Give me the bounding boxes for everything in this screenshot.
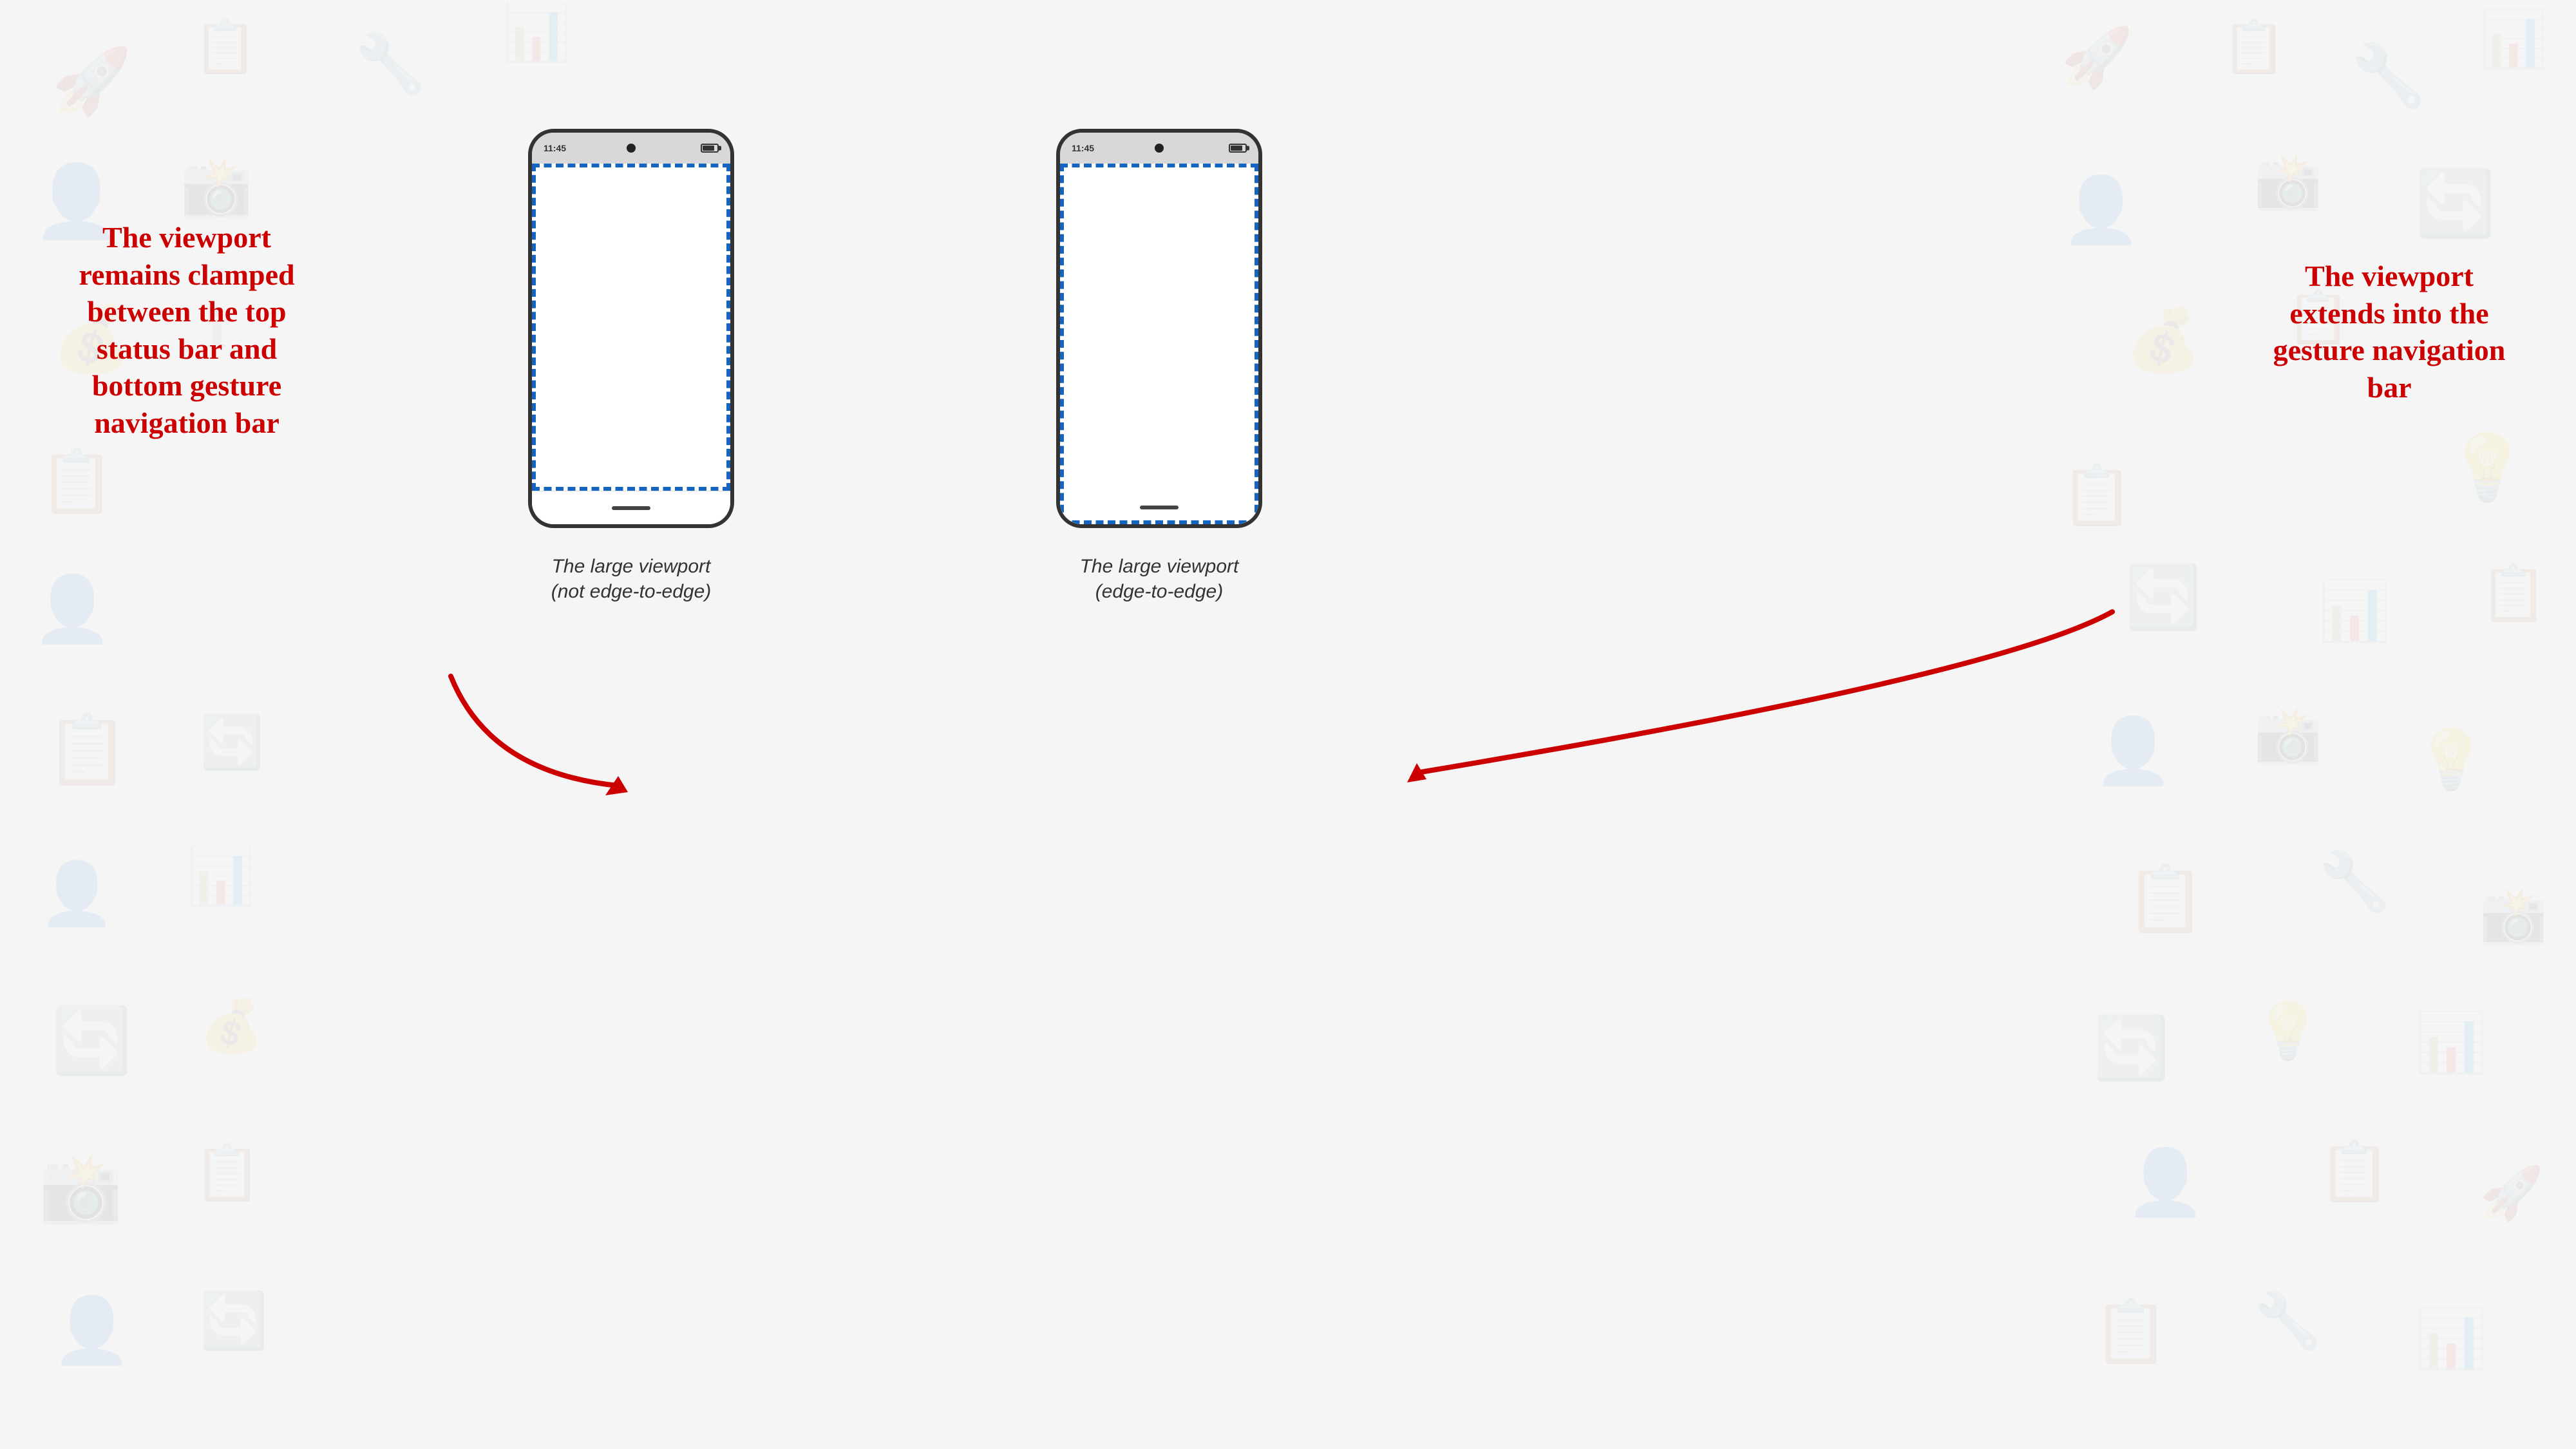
- viewport-border-edge: [1060, 164, 1258, 524]
- caption-edge: The large viewport (edge-to-edge): [1080, 554, 1239, 604]
- bottom-nav-right: [1060, 491, 1258, 524]
- battery-fill-right: [1231, 146, 1242, 151]
- phone-not-edge-container: 11:45 The large viewport (not edge-to-ed…: [528, 129, 734, 604]
- bottom-nav-left: [532, 491, 730, 524]
- annotation-right: The viewport extends into the gesture na…: [2267, 258, 2512, 406]
- caption-not-edge: The large viewport (not edge-to-edge): [551, 554, 712, 604]
- phone-body-edge: [1060, 164, 1258, 524]
- nav-handle-right: [1140, 506, 1179, 509]
- annotation-left: The viewport remains clamped between the…: [64, 219, 309, 441]
- phone-body-not-edge: [532, 164, 730, 524]
- caption-edge-line1: The large viewport: [1080, 556, 1239, 577]
- status-bar-left: 11:45: [532, 133, 730, 164]
- nav-handle-left: [612, 506, 650, 510]
- phone-edge-container: 11:45 The large viewport (edge-to-edge): [1056, 129, 1262, 604]
- battery-right: [1229, 144, 1247, 153]
- camera-dot-left: [627, 144, 636, 153]
- viewport-border-not-edge: [532, 164, 730, 491]
- battery-fill-left: [703, 146, 714, 151]
- main-content: The viewport remains clamped between the…: [0, 0, 2576, 1449]
- camera-dot-right: [1155, 144, 1164, 153]
- status-time-right: 11:45: [1072, 143, 1094, 153]
- status-bar-right: 11:45: [1060, 133, 1258, 164]
- phone-not-edge: 11:45: [528, 129, 734, 528]
- caption-edge-line2: (edge-to-edge): [1095, 581, 1223, 602]
- caption-not-edge-line1: The large viewport: [552, 556, 711, 577]
- status-time-left: 11:45: [544, 143, 566, 153]
- caption-not-edge-line2: (not edge-to-edge): [551, 581, 712, 602]
- annotation-right-text: The viewport extends into the gesture na…: [2267, 258, 2512, 406]
- phone-edge: 11:45: [1056, 129, 1262, 528]
- annotation-left-text: The viewport remains clamped between the…: [64, 219, 309, 441]
- battery-left: [701, 144, 719, 153]
